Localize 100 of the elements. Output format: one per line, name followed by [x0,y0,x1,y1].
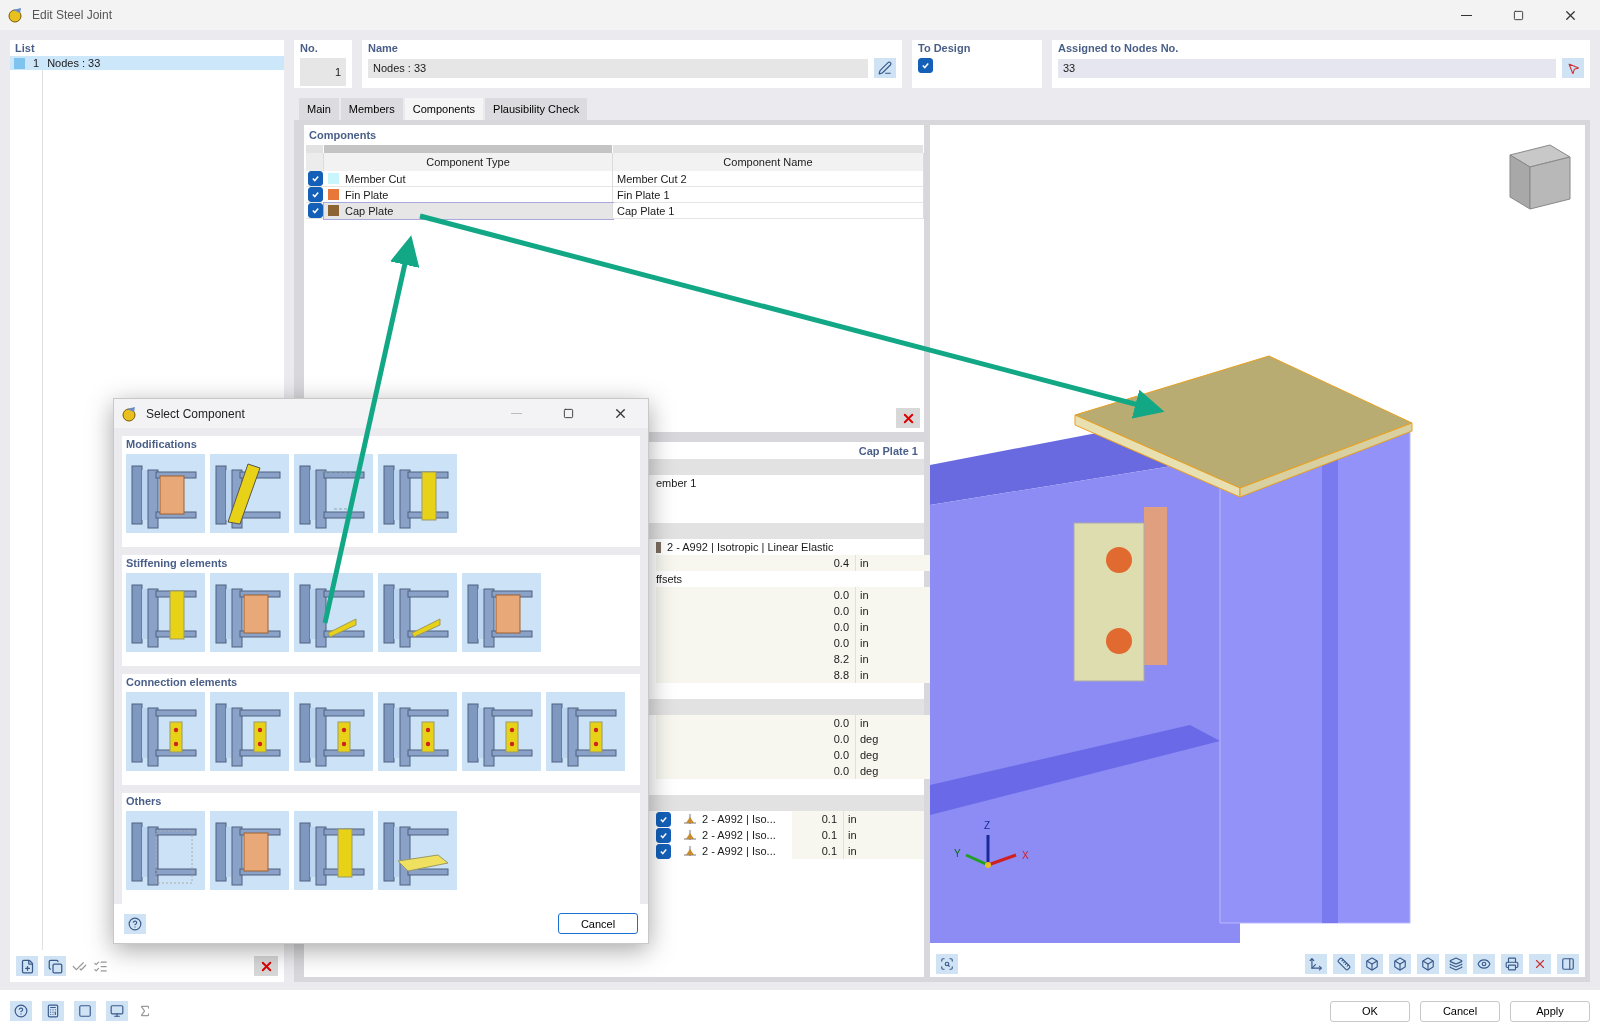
row-checkbox[interactable] [307,203,323,218]
component-thumbnail[interactable] [126,692,205,772]
weld-checkbox[interactable] [656,827,671,843]
list-item[interactable]: 1 Nodes : 33 [10,56,284,70]
measure-button[interactable] [1333,954,1355,974]
pick-button[interactable] [1562,58,1584,78]
group-title: Others [126,795,163,808]
axes-button[interactable] [1305,954,1327,974]
column-header: Component Type [324,153,613,171]
view-cube-icon [1509,144,1571,210]
component-thumbnail[interactable] [294,454,373,534]
axis-label: X [1022,850,1029,861]
help-icon [14,1004,28,1018]
help-button[interactable] [10,1001,32,1021]
window-title: Edit Steel Joint [32,8,114,22]
property-value: 0.0 [656,715,856,731]
unit-label: in [844,843,924,859]
property-value: 0.1 [792,827,844,843]
property-value: 0.0 [656,587,856,603]
maximize-icon [562,408,574,420]
tab[interactable]: Components [404,98,484,120]
panel-icon [1561,957,1575,971]
name-field[interactable]: Nodes : 33 [368,58,868,78]
panel-button[interactable] [1557,954,1579,974]
property-value: 0.1 [792,843,844,859]
cancel-button[interactable]: Cancel [558,913,638,935]
view-x-button[interactable] [1361,954,1383,974]
delete-button[interactable] [254,956,278,976]
component-thumbnail[interactable] [462,692,541,772]
calculator-icon [46,1004,60,1018]
property-value: 0.4 [656,555,856,571]
new-item-button[interactable] [16,956,38,976]
nodes-field[interactable]: 33 [1058,58,1556,78]
component-thumbnail[interactable] [462,573,541,653]
layers-button[interactable] [1445,954,1467,974]
component-thumbnail[interactable] [294,692,373,772]
component-thumbnail[interactable] [378,573,457,653]
formula-icon[interactable] [138,1004,152,1018]
field-label: Name [368,42,399,54]
footer-button[interactable]: Apply [1510,1000,1590,1022]
unit-label: in [844,811,924,827]
unit-label: in [844,827,924,843]
property-value: 8.2 [656,651,856,667]
axes-icon [1309,957,1323,971]
eye-icon [1477,957,1491,971]
property-label: ember 1 [656,477,698,489]
help-button[interactable] [124,913,146,934]
footer-button[interactable]: OK [1330,1000,1410,1022]
component-thumbnail[interactable] [210,811,289,891]
reset-button[interactable] [1529,954,1551,974]
tab[interactable]: Members [340,98,403,120]
component-thumbnail[interactable] [378,454,457,534]
group-title: Modifications [126,438,198,451]
component-thumbnail[interactable] [294,573,373,653]
tab[interactable]: Plausibility Check [485,98,588,120]
column-header: Component Name [613,153,924,171]
component-thumbnail[interactable] [126,573,205,653]
weld-checkbox[interactable] [656,843,671,859]
component-thumbnail[interactable] [378,692,457,772]
weld-icon [684,830,696,840]
component-thumbnail[interactable] [546,692,625,772]
field-label: To Design [918,42,972,54]
component-thumbnail[interactable] [210,573,289,653]
list-check-icon[interactable] [93,958,108,974]
zoom-icon [940,957,954,971]
number-field[interactable]: 1 [300,58,346,86]
component-thumbnail[interactable] [378,811,457,891]
edit-button[interactable] [874,58,896,78]
footer-button[interactable]: Cancel [1420,1000,1500,1022]
component-thumbnail[interactable] [210,454,289,534]
row-checkbox[interactable] [307,187,323,202]
table-cell[interactable]: Cap Plate [324,203,613,219]
visibility-button[interactable] [1473,954,1495,974]
print-button[interactable] [1501,954,1523,974]
property-value: 0.0 [656,603,856,619]
display-button[interactable] [106,1001,128,1021]
weld-material: 2 - A992 | Iso... [702,813,777,825]
to-design-checkbox[interactable] [918,58,933,73]
view-z-button[interactable] [1417,954,1439,974]
axis-label: Z [984,820,991,831]
table-cell[interactable]: Member Cut [324,171,613,187]
property-value: 0.0 [656,731,856,747]
table-cell: Cap Plate 1 [613,203,924,219]
delete-button[interactable] [896,408,920,428]
dialog-title: Select Component [146,406,246,421]
row-checkbox[interactable] [307,171,323,186]
component-thumbnail[interactable] [126,811,205,891]
weld-checkbox[interactable] [656,811,671,827]
cube-icon [1421,957,1435,971]
component-thumbnail[interactable] [210,692,289,772]
copy-button[interactable] [44,956,66,976]
view-y-button[interactable] [1389,954,1411,974]
help-icon [128,916,142,931]
property-value: 0.0 [656,747,856,763]
table-cell[interactable]: Fin Plate [324,187,613,203]
component-thumbnail[interactable] [294,811,373,891]
view-settings-button[interactable] [936,954,958,974]
tab[interactable]: Main [299,98,339,120]
weld-material: 2 - A992 | Iso... [702,829,777,841]
component-thumbnail[interactable] [126,454,205,534]
